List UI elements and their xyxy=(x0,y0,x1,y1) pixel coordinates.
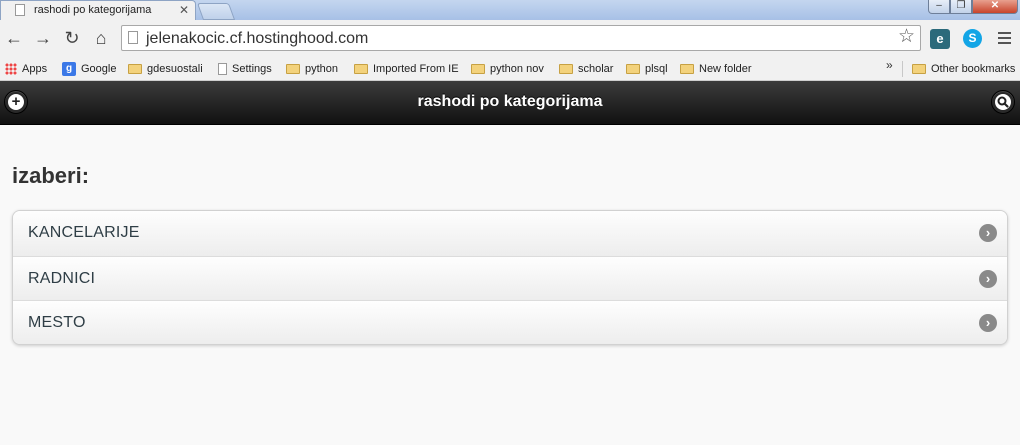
tab-close-icon[interactable]: ✕ xyxy=(179,3,189,17)
arrow-right-icon: › xyxy=(979,224,997,242)
google-icon: g xyxy=(62,62,76,77)
search-button[interactable] xyxy=(991,90,1015,114)
page-header: + rashodi po kategorijama xyxy=(0,81,1020,125)
category-list: KANCELARIJE › RADNICI › MESTO › xyxy=(12,210,1008,345)
folder-icon xyxy=(626,64,640,75)
window-maximize-button[interactable]: ❐ xyxy=(950,0,972,14)
tab-title: rashodi po kategorijama xyxy=(34,4,152,16)
folder-icon xyxy=(559,64,573,75)
bookmark-scholar[interactable]: scholar xyxy=(559,61,613,77)
bookmark-gdesuostali[interactable]: gdesuostali xyxy=(128,61,203,77)
bookmark-new-folder[interactable]: New folder xyxy=(680,61,752,77)
list-item-label: KANCELARIJE xyxy=(28,224,140,241)
bookmark-star-icon[interactable]: ☆ xyxy=(898,27,915,47)
folder-icon xyxy=(680,64,694,75)
home-icon[interactable]: ⌂ xyxy=(91,28,111,48)
bookmark-google[interactable]: g Google xyxy=(62,61,116,77)
back-arrow-icon[interactable]: ← xyxy=(4,28,24,48)
skype-icon[interactable]: S xyxy=(963,29,982,48)
window-titlebar: rashodi po kategorijama ✕ – ❐ ✕ xyxy=(0,0,1020,20)
list-item-label: RADNICI xyxy=(28,270,96,287)
forward-arrow-icon[interactable]: → xyxy=(33,28,53,48)
bookmark-settings[interactable]: Settings xyxy=(218,61,272,77)
bookmarks-bar: Apps g Google gdesuostali Settings python… xyxy=(0,57,1020,81)
arrow-right-icon: › xyxy=(979,270,997,288)
folder-icon xyxy=(128,64,142,75)
folder-icon xyxy=(471,64,485,75)
search-icon xyxy=(995,94,1011,110)
folder-icon xyxy=(354,64,368,75)
bookmark-imported-from-ie[interactable]: Imported From IE xyxy=(354,61,459,77)
page-header-title: rashodi po kategorijama xyxy=(417,93,603,110)
window-close-button[interactable]: ✕ xyxy=(972,0,1018,14)
more-bookmarks-chevron-icon[interactable]: » xyxy=(886,58,893,72)
apps-grid-icon xyxy=(5,63,17,76)
list-item-label: MESTO xyxy=(28,314,86,331)
bookmark-plsql[interactable]: plsql xyxy=(626,61,668,77)
bookmark-other-bookmarks[interactable]: Other bookmarks xyxy=(912,61,1015,77)
window-minimize-button[interactable]: – xyxy=(928,0,950,14)
list-item-mesto[interactable]: MESTO › xyxy=(13,300,1007,344)
folder-icon xyxy=(912,64,926,75)
address-bar[interactable]: jelenakocic.cf.hostinghood.com ☆ xyxy=(121,25,921,51)
list-item-radnici[interactable]: RADNICI › xyxy=(13,256,1007,300)
page-icon xyxy=(218,63,227,76)
extension-icon[interactable]: e xyxy=(930,29,950,49)
browser-tab[interactable]: rashodi po kategorijama ✕ xyxy=(0,0,196,20)
new-tab-button[interactable] xyxy=(196,3,236,20)
bookmark-python-nov[interactable]: python nov xyxy=(471,61,544,77)
arrow-right-icon: › xyxy=(979,314,997,332)
url-text: jelenakocic.cf.hostinghood.com xyxy=(146,30,369,47)
bookmark-apps[interactable]: Apps xyxy=(5,61,47,77)
folder-icon xyxy=(286,64,300,75)
page-icon xyxy=(128,31,138,44)
tab-page-icon xyxy=(15,4,25,16)
reload-icon[interactable]: ↻ xyxy=(62,28,82,48)
bookmark-python[interactable]: python xyxy=(286,61,338,77)
chrome-menu-icon[interactable] xyxy=(998,32,1011,47)
page-title: izaberi: xyxy=(12,163,90,188)
bookmarks-divider xyxy=(902,61,903,77)
list-item-kancelarije[interactable]: KANCELARIJE › xyxy=(13,211,1007,256)
